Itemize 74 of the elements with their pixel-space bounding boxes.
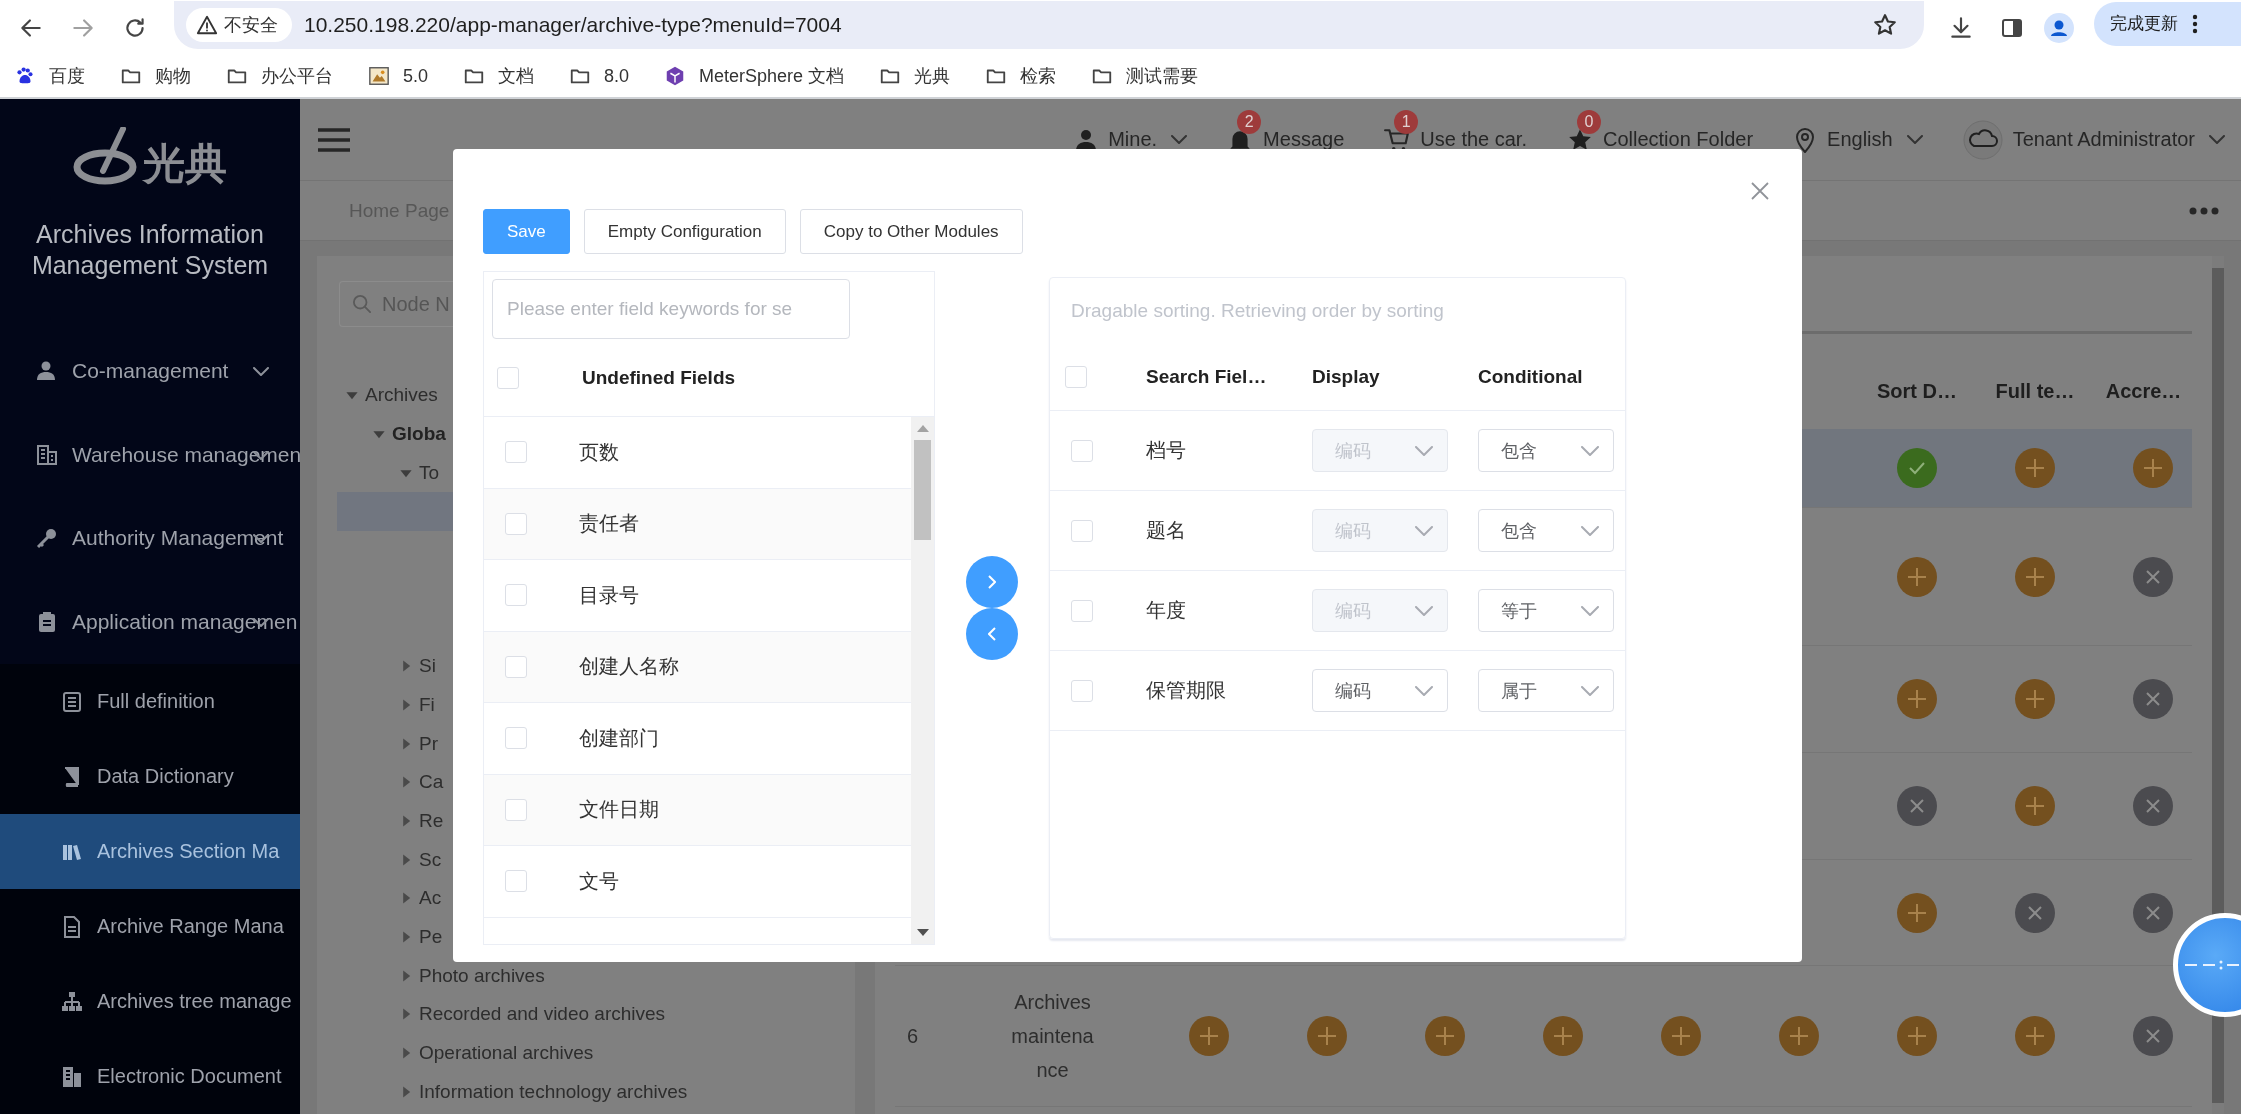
count-badge: 2 xyxy=(1237,109,1262,134)
column-header: Sort D… xyxy=(1877,380,1957,403)
tree-node-label[interactable]: Re xyxy=(419,809,444,832)
tree-node-label[interactable]: Globa xyxy=(392,423,446,446)
field-label: 档号 xyxy=(1146,438,1186,463)
bookmark[interactable]: 文档 xyxy=(463,64,535,88)
field-label: 年度 xyxy=(1146,598,1186,623)
toolbar-button[interactable]: Copy to Other Modules xyxy=(799,209,1023,254)
bookmark[interactable]: 百度 xyxy=(14,64,85,88)
field-label: 文件日期 xyxy=(579,797,659,823)
dropdown[interactable]: 包含 xyxy=(1478,509,1614,552)
field-label: 文号 xyxy=(579,868,619,894)
table-cell-text: Archives maintenance xyxy=(1010,990,1095,1083)
count-badge: 0 xyxy=(1577,109,1601,134)
submenu-item[interactable]: Archive Range Mana xyxy=(0,889,300,964)
tree-node-label[interactable]: To xyxy=(419,461,440,484)
bookmark[interactable]: MeterSphere 文档 xyxy=(664,64,845,88)
tree-node-label[interactable]: Information technology archives xyxy=(419,1080,688,1103)
app-title: Archives Information Management System xyxy=(30,218,270,281)
count-badge: 1 xyxy=(1394,109,1419,134)
logo-text: 光典 xyxy=(143,140,227,187)
bookmark[interactable]: 测试需要 xyxy=(1091,64,1199,88)
dropdown[interactable]: 等于 xyxy=(1478,589,1614,632)
tree-node-label[interactable]: Recorded and video archives xyxy=(419,1003,666,1026)
field-label: 创建部门 xyxy=(579,725,659,751)
menu-item[interactable]: Co-management xyxy=(0,328,300,413)
submenu-item[interactable]: Archives Section Ma xyxy=(0,814,300,889)
header-link[interactable]: 1 Use the car. xyxy=(1384,108,1527,153)
toolbar-button[interactable]: Empty Configuration xyxy=(583,209,786,254)
field-label: 创建人名称 xyxy=(579,654,679,680)
bookmark[interactable]: 8.0 xyxy=(569,65,630,87)
bookmark[interactable]: 光典 xyxy=(879,64,951,88)
update-button[interactable]: 完成更新 xyxy=(2094,1,2241,46)
bookmark[interactable]: 办公平台 xyxy=(226,64,333,88)
column-header: Accre… xyxy=(2105,380,2182,403)
tree-node-label[interactable]: Pr xyxy=(419,732,438,755)
field-label: 题名 xyxy=(1146,518,1186,543)
column-header: Search Fiel… xyxy=(1146,365,1267,388)
field-label: 目录号 xyxy=(579,582,639,608)
url-text: 10.250.198.220/app-manager/archive-type?menuId=7004 xyxy=(304,12,842,37)
tree-node-label[interactable]: Si xyxy=(419,655,436,678)
security-chip[interactable]: 不安全 xyxy=(186,7,292,42)
hint-text: Dragable sorting. Retrieving order by sorting xyxy=(1070,298,1445,323)
submenu-item[interactable]: Data Dictionary xyxy=(0,739,300,814)
tree-node-label[interactable]: Ac xyxy=(419,887,442,910)
language-menu[interactable]: English xyxy=(1793,125,1923,154)
submenu-item[interactable]: Full definition xyxy=(0,664,300,739)
tree-node-label[interactable]: Archives xyxy=(365,384,438,407)
submenu-item[interactable]: Archives tree manage xyxy=(0,964,300,1039)
tree-node-label[interactable]: Pe xyxy=(419,925,443,948)
tree-node-label[interactable]: Operational archives xyxy=(419,1042,594,1065)
tree-node-label[interactable]: Sc xyxy=(419,848,442,871)
bookmark[interactable]: 检索 xyxy=(985,64,1057,88)
header-link[interactable]: 0 Collection Folder xyxy=(1567,108,1754,153)
tree-node-label[interactable]: Fi xyxy=(419,693,435,716)
bookmark[interactable]: 5.0 xyxy=(368,65,429,87)
column-header: Conditional xyxy=(1478,365,1583,388)
bookmark[interactable]: 购物 xyxy=(120,64,191,88)
column-header: Full te… xyxy=(1995,380,2075,403)
tree-node-label[interactable]: Photo archives xyxy=(419,964,545,987)
tree-node-label[interactable]: Ca xyxy=(419,771,444,794)
dropdown[interactable]: 包含 xyxy=(1478,429,1614,472)
table-cell-text: 6 xyxy=(906,1024,920,1048)
account-menu[interactable]: Tenant Administrator xyxy=(1962,119,2225,160)
field-label: 责任者 xyxy=(579,511,639,537)
dropdown[interactable]: 编码 xyxy=(1312,669,1448,712)
submenu-item[interactable]: Electronic Document xyxy=(0,1039,300,1114)
menu-item[interactable]: Authority Management xyxy=(0,496,300,581)
field-label: 页数 xyxy=(579,439,619,465)
column-header: Display xyxy=(1312,365,1380,388)
dropdown[interactable]: 属于 xyxy=(1478,669,1614,712)
field-label: 保管期限 xyxy=(1146,678,1226,703)
address-bar[interactable]: 不安全 10.250.198.220/app-manager/archive-type?menuId=7004 xyxy=(174,0,1924,49)
list-header: Undefined Fields xyxy=(582,366,736,389)
